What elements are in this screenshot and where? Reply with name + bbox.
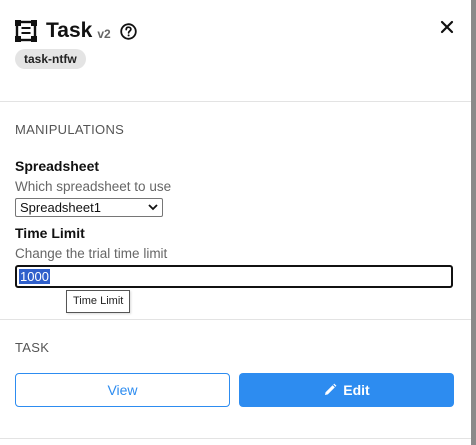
chevron-down-icon	[148, 204, 158, 211]
divider	[0, 319, 471, 320]
time-limit-label: Time Limit	[15, 225, 85, 241]
divider	[0, 101, 471, 102]
view-button-label: View	[107, 382, 138, 398]
time-limit-value: 1000	[19, 269, 50, 284]
spreadsheet-select[interactable]: Spreadsheet1	[15, 198, 163, 217]
scrollbar[interactable]	[471, 0, 476, 445]
time-limit-tooltip: Time Limit	[66, 290, 131, 313]
divider	[0, 438, 471, 439]
task-frame-icon	[15, 20, 37, 42]
edit-button[interactable]: Edit	[239, 373, 454, 407]
spreadsheet-description: Which spreadsheet to use	[15, 179, 172, 194]
panel-header: Task v2	[15, 18, 137, 44]
spreadsheet-label: Spreadsheet	[15, 158, 100, 174]
task-id-badge: task-ntfw	[15, 49, 86, 69]
version-label: v2	[97, 27, 111, 41]
spreadsheet-select-value: Spreadsheet1	[20, 200, 101, 215]
close-icon[interactable]	[437, 17, 457, 37]
time-limit-input[interactable]: 1000	[15, 265, 453, 288]
task-panel: Task v2 task-ntfw MANIPULATIONS Spreadsh…	[0, 0, 471, 445]
time-limit-description: Change the trial time limit	[15, 246, 168, 261]
pencil-icon	[325, 383, 337, 395]
help-circle-icon[interactable]	[119, 22, 137, 40]
page-title: Task	[46, 19, 93, 42]
view-button[interactable]: View	[15, 373, 230, 407]
manipulations-section-title: MANIPULATIONS	[15, 122, 125, 137]
task-section-title: TASK	[15, 340, 50, 355]
edit-button-label: Edit	[343, 382, 370, 398]
